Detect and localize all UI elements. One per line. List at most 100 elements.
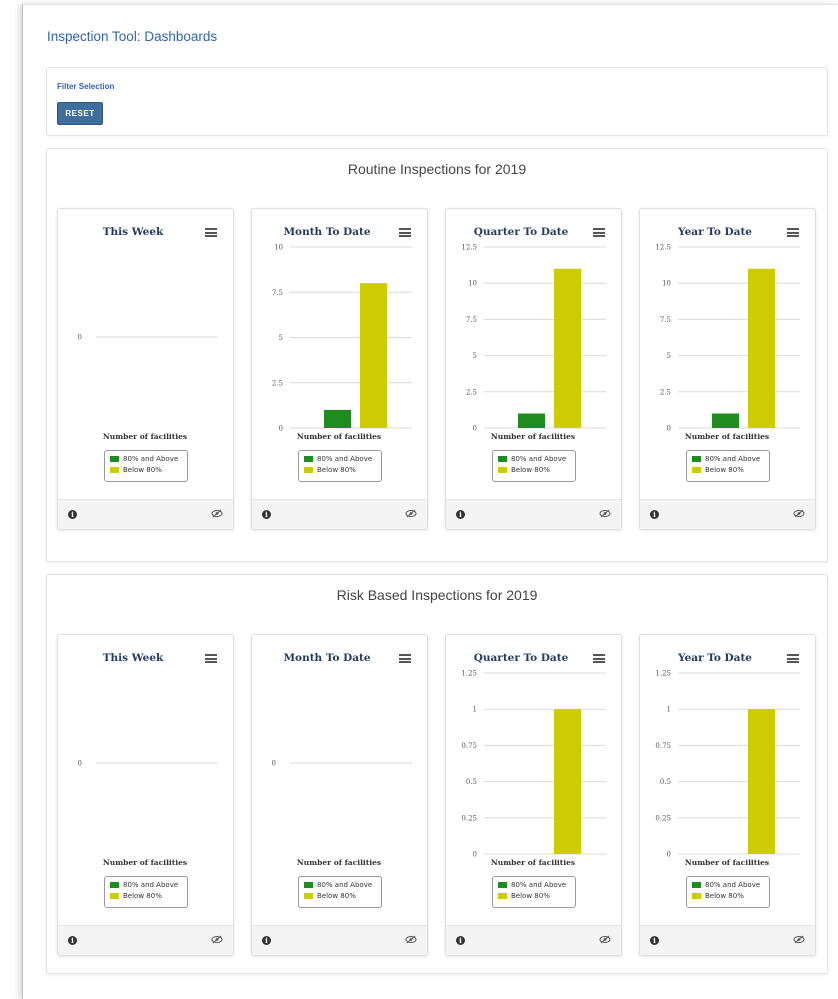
info-icon[interactable]: i xyxy=(262,936,271,945)
y-tick-label: 1 xyxy=(667,706,671,714)
legend-label: 80% and Above xyxy=(123,455,179,463)
info-icon[interactable]: i xyxy=(456,936,465,945)
card-title: Month To Date xyxy=(283,226,371,238)
card-title: Year To Date xyxy=(678,226,752,238)
legend-label: Below 80% xyxy=(705,466,744,474)
bar-80-and-above[interactable] xyxy=(712,413,739,428)
chart-legend: 80% and Above Below 80% xyxy=(298,876,382,908)
eye-slash-icon[interactable] xyxy=(405,935,417,944)
legend-swatch xyxy=(498,455,507,462)
info-icon[interactable]: i xyxy=(650,510,659,519)
card-footer: i xyxy=(640,499,815,529)
legend-label: 80% and Above xyxy=(705,455,761,463)
chart-legend: 80% and Above Below 80% xyxy=(104,450,188,482)
legend-label: Below 80% xyxy=(511,892,550,900)
y-tick-label: 0.75 xyxy=(655,742,671,750)
hamburger-menu-icon[interactable] xyxy=(205,228,217,237)
eye-slash-icon[interactable] xyxy=(599,935,611,944)
legend-item[interactable]: Below 80% xyxy=(692,465,769,476)
chart-legend: 80% and Above Below 80% xyxy=(298,450,382,482)
y-tick-label: 0.25 xyxy=(655,814,671,822)
section-title: Risk Based Inspections for 2019 xyxy=(336,587,538,603)
eye-slash-icon[interactable] xyxy=(793,509,805,518)
card-title: Quarter To Date xyxy=(473,652,569,664)
eye-slash-icon[interactable] xyxy=(211,509,223,518)
y-tick-label: 5 xyxy=(279,334,283,342)
app-window: Inspection Tool: Dashboards Filter Selec… xyxy=(22,4,838,999)
legend-item[interactable]: 80% and Above xyxy=(304,880,381,891)
legend-label: Below 80% xyxy=(317,892,356,900)
card-title: This Week xyxy=(102,652,164,664)
filter-title: Filter Selection xyxy=(57,82,115,91)
bar-80-and-above[interactable] xyxy=(324,409,351,428)
y-tick-label: 5 xyxy=(473,352,477,360)
eye-slash-icon[interactable] xyxy=(599,509,611,518)
bar-below-80[interactable] xyxy=(554,268,581,428)
legend-item[interactable]: 80% and Above xyxy=(110,880,187,891)
legend-label: 80% and Above xyxy=(123,881,179,889)
x-axis-label: Number of facilities xyxy=(491,858,575,867)
legend-swatch xyxy=(692,466,701,473)
reset-button[interactable]: RESET xyxy=(57,102,103,125)
hamburger-menu-icon[interactable] xyxy=(787,228,799,237)
chart-legend: 80% and Above Below 80% xyxy=(492,450,576,482)
hamburger-menu-icon[interactable] xyxy=(593,228,605,237)
eye-slash-icon[interactable] xyxy=(405,509,417,518)
info-icon[interactable]: i xyxy=(456,510,465,519)
info-icon[interactable]: i xyxy=(68,510,77,519)
bar-below-80[interactable] xyxy=(748,709,775,854)
y-tick-label: 2.5 xyxy=(272,379,283,387)
legend-item[interactable]: Below 80% xyxy=(304,465,381,476)
x-axis-label: Number of facilities xyxy=(103,858,187,867)
bar-below-80[interactable] xyxy=(554,709,581,854)
legend-label: 80% and Above xyxy=(317,455,373,463)
chart-legend: 80% and Above Below 80% xyxy=(686,450,770,482)
hamburger-menu-icon[interactable] xyxy=(787,654,799,663)
info-icon[interactable]: i xyxy=(262,510,271,519)
legend-item[interactable]: Below 80% xyxy=(110,465,187,476)
x-axis-label: Number of facilities xyxy=(685,858,769,867)
legend-item[interactable]: 80% and Above xyxy=(304,454,381,465)
eye-slash-icon[interactable] xyxy=(793,935,805,944)
chart-legend: 80% and Above Below 80% xyxy=(686,876,770,908)
y-tick-label: 0.5 xyxy=(660,778,671,786)
legend-item[interactable]: Below 80% xyxy=(692,891,769,902)
y-tick-label: 12.5 xyxy=(655,244,671,252)
card-title: Year To Date xyxy=(678,652,752,664)
legend-label: Below 80% xyxy=(511,466,550,474)
y-tick-label: 0 xyxy=(667,425,671,433)
y-tick-label: 5 xyxy=(667,352,671,360)
card-footer: i xyxy=(252,925,427,955)
hamburger-menu-icon[interactable] xyxy=(205,654,217,663)
legend-item[interactable]: 80% and Above xyxy=(498,880,575,891)
legend-item[interactable]: 80% and Above xyxy=(692,454,769,465)
legend-item[interactable]: Below 80% xyxy=(304,891,381,902)
hamburger-menu-icon[interactable] xyxy=(593,654,605,663)
y-tick-label: 0.75 xyxy=(461,742,477,750)
legend-swatch xyxy=(692,455,701,462)
y-tick-label: 0 xyxy=(272,760,276,768)
legend-item[interactable]: Below 80% xyxy=(498,891,575,902)
legend-item[interactable]: 80% and Above xyxy=(110,454,187,465)
eye-slash-icon[interactable] xyxy=(211,935,223,944)
x-axis-label: Number of facilities xyxy=(297,858,381,867)
legend-item[interactable]: 80% and Above xyxy=(692,880,769,891)
chart-card: 0 2.5 5 7.5 10 Number of facilities Month To D… xyxy=(251,208,428,530)
info-icon[interactable]: i xyxy=(68,936,77,945)
bar-below-80[interactable] xyxy=(360,283,387,428)
chart-card: 0 2.5 5 7.5 10 12.5 Number of facilities Year T… xyxy=(639,208,816,530)
bar-below-80[interactable] xyxy=(748,268,775,428)
x-axis-label: Number of facilities xyxy=(491,432,575,441)
legend-swatch xyxy=(110,455,119,462)
legend-item[interactable]: 80% and Above xyxy=(498,454,575,465)
legend-swatch xyxy=(498,892,507,899)
legend-item[interactable]: Below 80% xyxy=(498,465,575,476)
bar-80-and-above[interactable] xyxy=(518,413,545,428)
hamburger-menu-icon[interactable] xyxy=(399,654,411,663)
hamburger-menu-icon[interactable] xyxy=(399,228,411,237)
legend-item[interactable]: Below 80% xyxy=(110,891,187,902)
info-icon[interactable]: i xyxy=(650,936,659,945)
legend-swatch xyxy=(304,881,313,888)
chart-card: 0 0.25 0.5 0.75 1 1.25 Number of facilities Yea… xyxy=(639,634,816,956)
legend-swatch xyxy=(110,881,119,888)
